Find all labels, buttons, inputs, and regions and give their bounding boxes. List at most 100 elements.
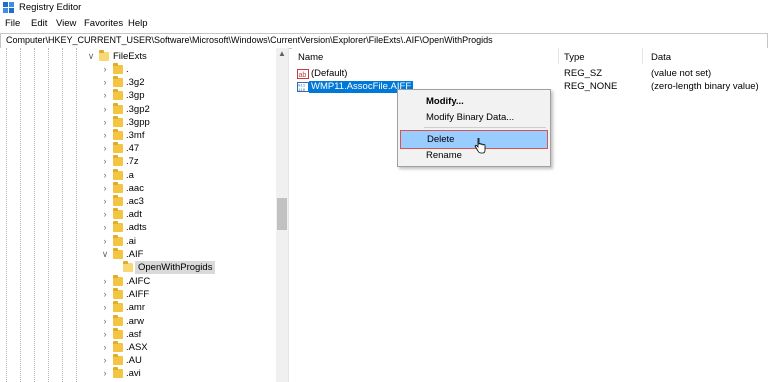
tree-item-label: .3gp [126, 90, 145, 102]
folder-open-icon [99, 50, 109, 61]
key-tree[interactable]: ∨ FileExts ›. › .3g2 › .3gp › .3gp2 › .3gpp › .3mf… [0, 48, 289, 382]
address-bar[interactable]: Computer\HKEY_CURRENT_USER\Software\Micr… [0, 33, 768, 49]
tree-item-label: .amr [126, 302, 145, 314]
tree-item-label: .aac [126, 182, 144, 194]
menu-item-label: Modify Binary Data... [426, 112, 515, 123]
binary-value-icon: 011 110 [297, 82, 309, 92]
tree-item[interactable]: › .3gp [0, 89, 276, 102]
folder-icon [113, 354, 123, 366]
tree-item[interactable]: › .adts [0, 221, 276, 234]
chevron-right-icon[interactable]: › [100, 328, 110, 341]
tree-item[interactable]: › .3gp2 [0, 102, 276, 116]
menu-item-label: Delete [427, 134, 455, 145]
scroll-up-arrow-icon[interactable]: ▲ [276, 48, 288, 60]
folder-icon [123, 261, 133, 272]
tree-item[interactable]: › .ai [0, 234, 276, 248]
address-path[interactable]: Computer\HKEY_CURRENT_USER\Software\Micr… [6, 35, 493, 45]
tree-item[interactable]: ∨ .AIF [0, 247, 276, 261]
tree-item[interactable]: › .ASX [0, 341, 276, 354]
chevron-right-icon[interactable]: › [100, 367, 110, 380]
tree-item-fileexts[interactable]: ∨ FileExts [0, 50, 276, 63]
chevron-right-icon[interactable]: › [100, 129, 110, 142]
column-divider[interactable] [642, 48, 643, 64]
tree-item-label: .ai [126, 235, 137, 247]
menu-view[interactable]: View [55, 18, 77, 29]
chevron-right-icon[interactable]: › [100, 275, 110, 288]
chevron-right-icon[interactable]: › [100, 354, 110, 367]
chevron-down-icon[interactable]: ∨ [86, 50, 96, 63]
chevron-right-icon[interactable]: › [100, 142, 110, 155]
tree-item-label: .7z [126, 156, 139, 168]
chevron-right-icon[interactable]: › [100, 208, 110, 221]
tree-item[interactable]: › .ac3 [0, 195, 276, 208]
tree-item-label: .3gp2 [126, 103, 150, 115]
tree-item[interactable]: › .AIFC [0, 275, 276, 288]
tree-item[interactable]: › .AU [0, 354, 276, 367]
menu-item-modify[interactable]: Modify... [398, 93, 550, 110]
value-type: REG_NONE [564, 81, 618, 92]
folder-icon [113, 168, 123, 180]
chevron-right-icon[interactable]: › [100, 116, 110, 129]
value-data: (value not set) [651, 68, 712, 79]
tree-item-label: .AIFF [126, 289, 150, 301]
menu-help[interactable]: Help [127, 18, 149, 29]
chevron-right-icon[interactable]: › [100, 169, 110, 182]
column-header-name[interactable]: Name [298, 52, 323, 63]
tree-item-label: .arw [126, 315, 144, 327]
column-divider[interactable] [558, 48, 559, 64]
tree-item[interactable]: › .amr [0, 301, 276, 314]
tree-item[interactable]: › .a [0, 168, 276, 182]
folder-icon [113, 275, 123, 286]
string-value-icon: ab [297, 69, 309, 79]
chevron-right-icon[interactable]: › [100, 155, 110, 168]
folder-icon [113, 89, 123, 101]
tree-item[interactable]: › .47 [0, 142, 276, 155]
menu-edit[interactable]: Edit [30, 18, 48, 29]
tree-item[interactable]: › .AIFF [0, 288, 276, 301]
svg-text:011: 011 [298, 85, 306, 89]
tree-item[interactable]: › .arw [0, 314, 276, 328]
tree-scrollbar[interactable]: ▲ [276, 48, 288, 382]
chevron-right-icon[interactable]: › [100, 341, 110, 354]
tree-item[interactable]: › .7z [0, 155, 276, 168]
tree-item[interactable]: › .asf [0, 327, 276, 341]
tree-item-label: .AIF [126, 248, 144, 260]
folder-icon [113, 76, 123, 88]
tree-item[interactable]: ›. [0, 63, 276, 76]
tree-item-label: FileExts [113, 51, 147, 62]
chevron-right-icon[interactable]: › [100, 89, 110, 102]
scroll-thumb[interactable] [277, 198, 287, 230]
title-bar: Registry Editor [0, 0, 768, 16]
tree-item-label: .3mf [126, 130, 145, 141]
menu-item-modify-binary[interactable]: Modify Binary Data... [398, 109, 550, 126]
tree-item[interactable]: › .aac [0, 181, 276, 195]
chevron-down-icon[interactable]: ∨ [100, 248, 110, 261]
chevron-right-icon[interactable]: › [100, 301, 110, 314]
tree-item-label: .avi [126, 368, 141, 380]
tree-item[interactable]: › .adt [0, 208, 276, 221]
chevron-right-icon[interactable]: › [100, 76, 110, 89]
folder-icon [113, 195, 123, 206]
tree-item[interactable]: › .3mf [0, 129, 276, 142]
chevron-right-icon[interactable]: › [100, 288, 110, 301]
folder-icon [113, 155, 123, 167]
tree-item-openwithprogids[interactable]: OpenWithProgids [0, 261, 276, 274]
chevron-right-icon[interactable]: › [100, 63, 110, 76]
menu-favorites[interactable]: Favorites [83, 18, 124, 29]
column-header-data[interactable]: Data [651, 52, 671, 63]
context-menu: Modify... Modify Binary Data... Delete R… [397, 89, 551, 167]
tree-item[interactable]: › .3g2 [0, 76, 276, 89]
tree-item[interactable]: › .avi [0, 367, 276, 380]
folder-icon [113, 115, 123, 127]
chevron-right-icon[interactable]: › [100, 182, 110, 195]
folder-icon [113, 63, 123, 74]
menu-file[interactable]: File [4, 18, 21, 29]
chevron-right-icon[interactable]: › [100, 315, 110, 328]
chevron-right-icon[interactable]: › [100, 195, 110, 208]
tree-item[interactable]: › .3gpp [0, 115, 276, 129]
column-header-type[interactable]: Type [564, 52, 585, 63]
chevron-right-icon[interactable]: › [100, 103, 110, 116]
menu-item-label: Modify... [426, 96, 464, 107]
chevron-right-icon[interactable]: › [100, 235, 110, 248]
chevron-right-icon[interactable]: › [100, 221, 110, 234]
